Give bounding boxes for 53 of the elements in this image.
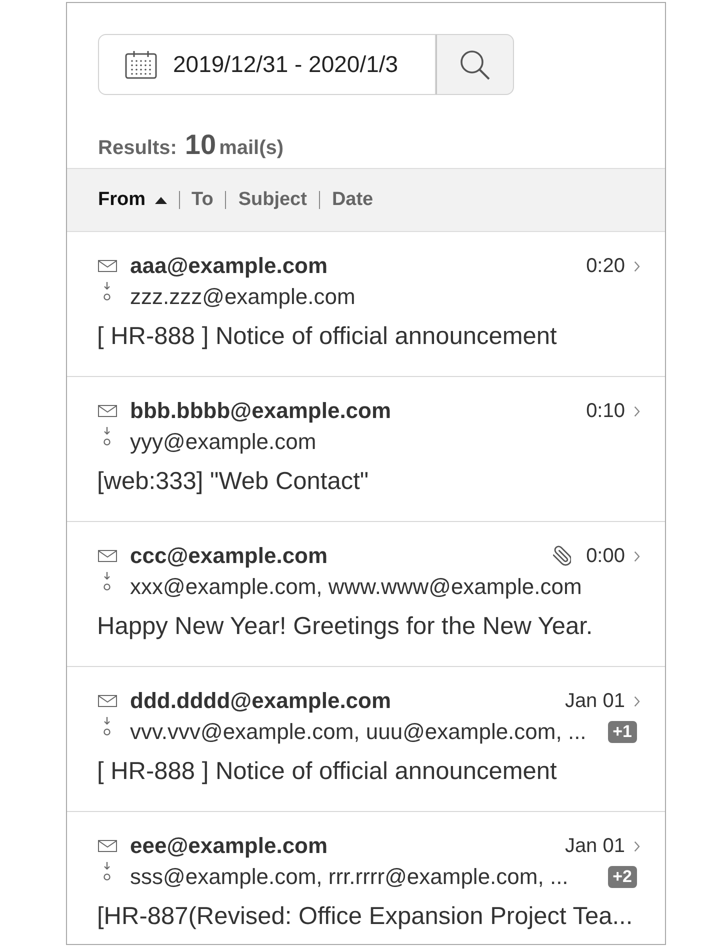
mail-list-item[interactable]: ccc@example.com 0:00 xxx@example.com, www.www@example.com Happy New Year! Greetings for the New Year. bbox=[67, 522, 665, 667]
chevron-icon bbox=[634, 406, 640, 416]
mail-list-item[interactable]: bbb.bbbb@example.com 0:10 yyy@example.com [web:333] "Web Contact" bbox=[67, 377, 665, 522]
sender-address: ddd.dddd@example.com bbox=[130, 688, 392, 714]
search-icon bbox=[460, 50, 490, 80]
recipient-addresses: yyy@example.com bbox=[130, 429, 318, 455]
envelope-icon bbox=[98, 260, 117, 272]
mail-list-item[interactable]: aaa@example.com 0:20 zzz.zzz@example.com [ HR-888 ] Notice of official announcement bbox=[67, 232, 665, 377]
envelope-icon bbox=[98, 695, 117, 707]
time-label: 0:20 bbox=[586, 254, 625, 278]
subject-text: [HR-887(Revised: Office Expansion Project Tea... bbox=[97, 902, 634, 932]
envelope-icon bbox=[98, 840, 117, 852]
recipient-count-badge: +1 bbox=[608, 721, 637, 743]
envelope-icon bbox=[98, 405, 117, 417]
chevron-icon bbox=[634, 840, 640, 852]
arrow-to-circle-icon bbox=[101, 281, 113, 301]
search-button[interactable] bbox=[436, 34, 514, 95]
sender-address: eee@example.com bbox=[130, 833, 329, 859]
sender-address: aaa@example.com bbox=[130, 253, 329, 279]
sort-option[interactable]: Date bbox=[332, 189, 374, 211]
sender-address: bbb.bbbb@example.com bbox=[130, 398, 392, 424]
calendar-icon bbox=[125, 50, 157, 79]
sort-option[interactable]: From bbox=[98, 189, 166, 211]
results-label: Results: bbox=[98, 137, 177, 159]
envelope-icon bbox=[98, 550, 117, 562]
time-label: Jan 01 bbox=[564, 690, 625, 712]
recipient-addresses: xxx@example.com, www.www@example.com bbox=[130, 574, 583, 600]
time-label: 0:10 bbox=[586, 400, 625, 422]
time-label: 0:00 bbox=[586, 544, 625, 568]
arrow-to-circle-icon bbox=[101, 426, 113, 446]
recipient-count-badge: +2 bbox=[608, 866, 637, 888]
sort-option[interactable]: To bbox=[192, 189, 214, 211]
arrow-to-circle-icon bbox=[101, 861, 113, 881]
recipient-addresses: zzz.zzz@example.com bbox=[130, 284, 356, 310]
subject-text: [web:333] "Web Contact" bbox=[97, 467, 370, 497]
subject-text: [ HR-888 ] Notice of official announcement bbox=[97, 322, 558, 352]
chevron-icon bbox=[634, 260, 640, 272]
recipient-addresses: sss@example.com, rrr.rrrr@example.com, ... bbox=[130, 864, 570, 890]
chevron-icon bbox=[634, 550, 640, 562]
chevron-icon bbox=[634, 696, 640, 706]
arrow-to-circle-icon bbox=[101, 571, 113, 591]
time-label: Jan 01 bbox=[564, 834, 625, 858]
date-range-field[interactable]: 2019/12/31 - 2020/1/3 bbox=[98, 34, 436, 95]
subject-text: Happy New Year! Greetings for the New Year. bbox=[97, 612, 594, 642]
mail-list-item[interactable]: ddd.dddd@example.com Jan 01 vvv.vvv@example.com, uuu@example.com, ... +1 [ HR-888 ] Notice of official announcement bbox=[67, 667, 665, 812]
recipient-addresses: vvv.vvv@example.com, uuu@example.com, ... bbox=[130, 719, 588, 745]
sender-address: ccc@example.com bbox=[130, 543, 329, 569]
arrow-to-circle-icon bbox=[101, 716, 113, 736]
results-unit: mail(s) bbox=[219, 137, 284, 159]
results-count: 10 bbox=[184, 129, 216, 160]
subject-text: [ HR-888 ] Notice of official announcement bbox=[97, 757, 558, 787]
sort-option[interactable]: Subject bbox=[238, 189, 307, 211]
mail-list-item[interactable]: eee@example.com Jan 01 sss@example.com, rrr.rrrr@example.com, ... +2 [HR-887(Revised: Office Expansion Project Tea... bbox=[67, 812, 665, 944]
